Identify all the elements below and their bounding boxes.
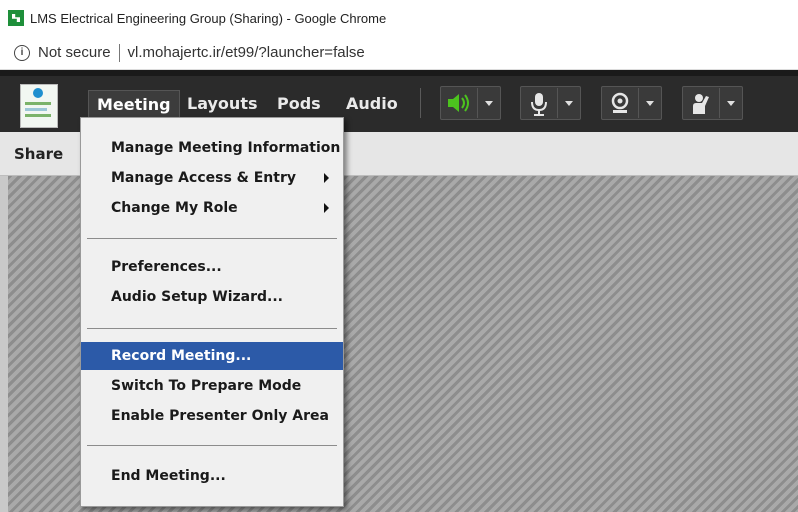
menu-item-label: Change My Role [111, 200, 238, 216]
app-logo-icon [8, 10, 24, 26]
share-pod-title: Share [14, 145, 64, 163]
status-dropdown-icon[interactable] [719, 88, 742, 118]
speaker-dropdown-icon[interactable] [477, 88, 500, 118]
window-title-bar: LMS Electrical Engineering Group (Sharin… [0, 0, 798, 36]
menu-item-label: Preferences... [111, 259, 222, 275]
status-control[interactable] [682, 86, 743, 120]
menu-item-record-meeting[interactable]: Record Meeting... [81, 342, 343, 370]
group-logo [20, 84, 58, 128]
menu-meeting[interactable]: Meeting [88, 90, 180, 118]
webcam-dropdown-icon[interactable] [638, 88, 661, 118]
menu-item-switch-to-prepare-mode[interactable]: Switch To Prepare Mode [81, 372, 343, 400]
menu-item-preferences[interactable]: Preferences... [81, 253, 343, 281]
speaker-icon[interactable] [441, 88, 477, 118]
pod-border [0, 176, 8, 512]
address-separator [118, 43, 120, 62]
url-text[interactable]: vl.mohajertc.ir/et99/?launcher=false [128, 44, 365, 61]
menu-pods[interactable]: Pods [269, 90, 329, 117]
menu-separator [87, 445, 337, 446]
raise-hand-icon[interactable] [683, 88, 719, 118]
menu-item-label: Enable Presenter Only Area [111, 408, 329, 424]
webcam-control[interactable] [601, 86, 662, 120]
meeting-menu: Manage Meeting Information Manage Access… [80, 117, 344, 507]
menu-item-change-my-role[interactable]: Change My Role [81, 194, 343, 222]
webcam-icon[interactable] [602, 88, 638, 118]
menu-item-label: Manage Meeting Information [111, 140, 341, 156]
address-bar[interactable]: i Not secure vl.mohajertc.ir/et99/?launc… [0, 36, 798, 70]
menu-item-end-meeting[interactable]: End Meeting... [81, 462, 343, 490]
menu-layouts[interactable]: Layouts [179, 90, 265, 117]
menu-audio[interactable]: Audio [338, 90, 406, 117]
submenu-arrow-icon [324, 203, 329, 213]
security-label[interactable]: Not secure [38, 44, 111, 61]
menu-separator [87, 238, 337, 239]
info-icon[interactable]: i [14, 44, 30, 61]
menubar-divider [420, 88, 421, 118]
menu-item-audio-setup-wizard[interactable]: Audio Setup Wizard... [81, 283, 343, 311]
menu-item-label: Switch To Prepare Mode [111, 378, 302, 394]
menu-item-manage-meeting-information[interactable]: Manage Meeting Information [81, 134, 343, 162]
menu-item-manage-access-entry[interactable]: Manage Access & Entry [81, 164, 343, 192]
window-title: LMS Electrical Engineering Group (Sharin… [30, 10, 387, 26]
menu-item-label: End Meeting... [111, 468, 226, 484]
menu-item-label: Manage Access & Entry [111, 170, 296, 186]
microphone-icon[interactable] [521, 88, 557, 118]
menu-item-enable-presenter-only-area[interactable]: Enable Presenter Only Area [81, 402, 343, 430]
menu-item-label: Audio Setup Wizard... [111, 289, 283, 305]
submenu-arrow-icon [324, 173, 329, 183]
menu-item-label: Record Meeting... [111, 348, 252, 364]
microphone-control[interactable] [520, 86, 581, 120]
microphone-dropdown-icon[interactable] [557, 88, 580, 118]
menu-separator [87, 328, 337, 329]
speaker-control[interactable] [440, 86, 501, 120]
